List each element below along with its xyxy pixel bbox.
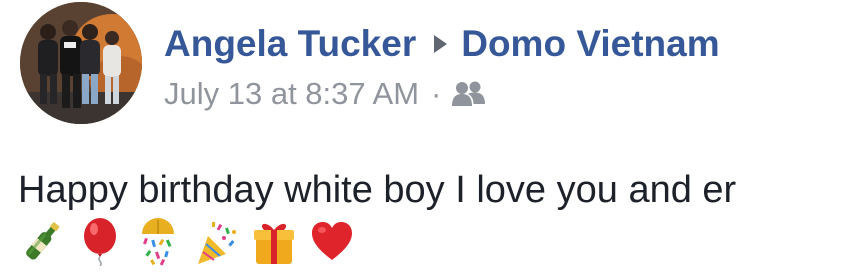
right-arrow-icon <box>434 35 448 53</box>
meta-separator: · <box>431 76 442 111</box>
feed-post: Angela Tucker Domo Vietnam July 13 at 8:… <box>0 0 841 280</box>
friends-icon[interactable] <box>451 80 487 108</box>
red-heart-icon <box>310 218 354 266</box>
author-line: Angela Tucker Domo Vietnam <box>164 22 720 66</box>
confetti-ball-icon <box>136 218 180 266</box>
post-meta: July 13 at 8:37 AM · <box>164 76 720 112</box>
avatar-photo <box>20 2 142 124</box>
gift-icon <box>252 218 296 266</box>
champagne-icon <box>20 218 64 266</box>
author-avatar[interactable] <box>20 2 142 124</box>
post-timestamp[interactable]: July 13 at 8:37 AM <box>164 76 419 112</box>
post-header: Angela Tucker Domo Vietnam July 13 at 8:… <box>164 22 720 112</box>
party-popper-icon <box>194 218 238 266</box>
post-message: Happy birthday white boy I love you and … <box>18 169 737 211</box>
balloon-icon <box>78 218 122 267</box>
target-page-name[interactable]: Domo Vietnam <box>461 22 719 66</box>
emoji-row <box>20 218 354 267</box>
author-name[interactable]: Angela Tucker <box>164 22 416 66</box>
